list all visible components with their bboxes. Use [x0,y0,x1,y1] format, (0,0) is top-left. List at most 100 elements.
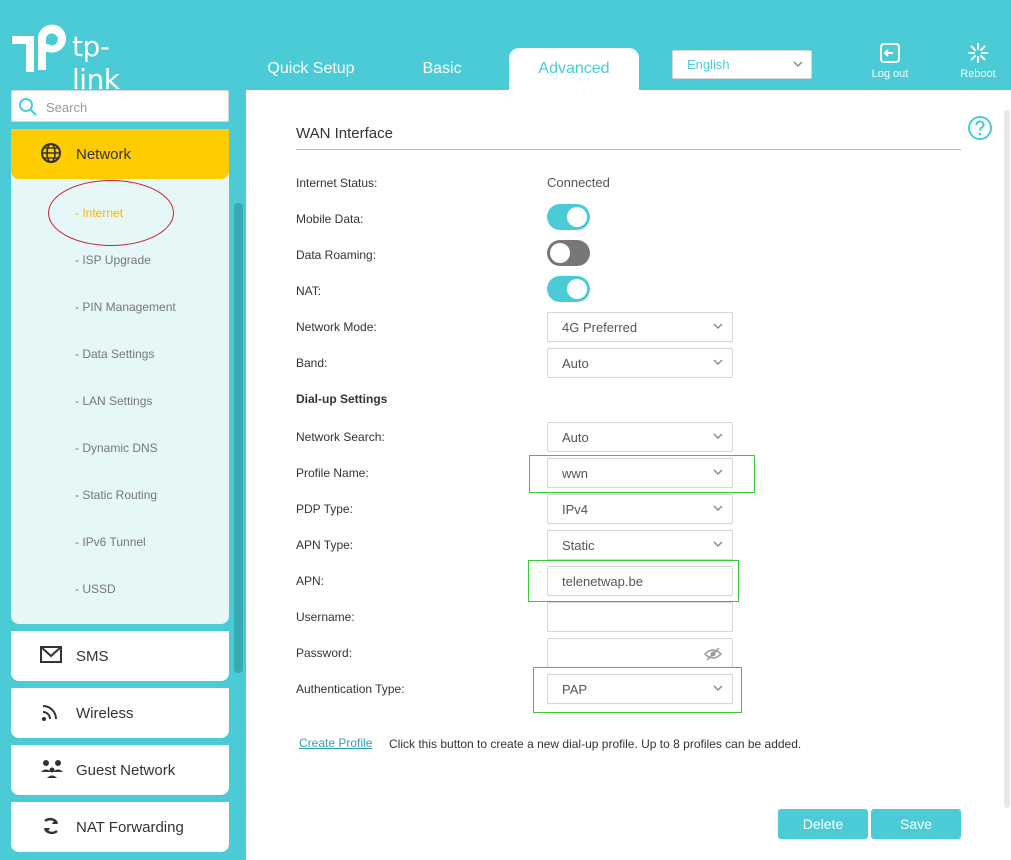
logout-label: Log out [871,68,909,80]
reboot-label: Reboot [960,68,996,80]
nat-icon [43,817,59,835]
save-button[interactable]: Save [871,809,961,839]
chevron-down-icon [713,469,723,475]
envelope-icon [40,646,62,663]
wifi-icon [42,705,57,721]
apn-value: telenetwap.be [562,573,643,589]
username-input[interactable] [547,602,733,632]
logo-text: tp-link [72,30,120,96]
sidebar-item-data-settings[interactable]: - Data Settings [75,347,154,361]
search-icon [19,98,37,116]
menu-sms[interactable]: SMS [11,631,229,681]
chevron-down-icon [713,323,723,329]
sidebar-item-ipv6-tunnel[interactable]: - IPv6 Tunnel [75,535,146,549]
guests-icon [41,760,63,778]
pdp-type-value: IPv4 [562,501,589,517]
title-divider [296,149,961,150]
chevron-down-icon [713,433,723,439]
menu-wireless-label: Wireless [76,705,134,722]
network-mode-value: 4G Preferred [562,319,638,335]
profile-name-select[interactable]: wwn [547,458,733,488]
tp-link-logo: tp-link [10,22,150,96]
menu-section-network: Network - Internet - ISP Upgrade - PIN M… [11,129,229,624]
menu-wireless[interactable]: Wireless [11,688,229,738]
sidebar-item-static-routing[interactable]: - Static Routing [75,488,157,502]
tab-advanced[interactable]: Advanced [509,48,639,90]
network-search-label: Network Search: [296,430,385,444]
network-search-value: Auto [562,429,589,445]
chevron-down-icon [713,685,723,691]
apn-input[interactable]: telenetwap.be [547,566,733,596]
chevron-down-icon [793,61,803,67]
sidebar-item-lan-settings[interactable]: - LAN Settings [75,394,152,408]
reboot-icon [968,43,988,63]
network-search-select[interactable]: Auto [547,422,733,452]
data-roaming-toggle[interactable] [547,240,590,266]
page-title: WAN Interface [296,125,393,142]
profile-name-value: wwn [562,465,589,481]
password-label: Password: [296,646,353,660]
pdp-type-label: PDP Type: [296,502,353,516]
mobile-data-toggle[interactable] [547,204,590,230]
band-select[interactable]: Auto [547,348,733,378]
menu-nat-forwarding[interactable]: NAT Forwarding [11,802,229,852]
language-value: English [687,57,730,72]
auth-type-label: Authentication Type: [296,682,405,696]
nat-toggle[interactable] [547,276,590,302]
band-value: Auto [562,355,589,371]
data-roaming-label: Data Roaming: [296,248,377,262]
eye-off-icon[interactable] [704,646,722,662]
create-profile-description: Click this button to create a new dial-u… [389,737,802,751]
sidebar-item-pin-management[interactable]: - PIN Management [75,300,176,314]
sidebar-scrollbar[interactable] [234,203,243,673]
logout-button[interactable]: Log out [862,42,918,80]
tp-link-logo-icon [12,24,66,72]
network-mode-select[interactable]: 4G Preferred [547,312,733,342]
tab-basic[interactable]: Basic [380,48,504,90]
chevron-down-icon [713,541,723,547]
search-input[interactable] [46,97,224,117]
network-mode-label: Network Mode: [296,320,377,334]
sidebar-item-ussd[interactable]: - USSD [75,582,116,596]
content-scrollbar[interactable] [1004,110,1010,808]
apn-type-value: Static [562,537,595,553]
reboot-button[interactable]: Reboot [950,42,1006,80]
sidebar-item-internet[interactable]: - Internet [75,206,123,220]
apn-label: APN: [296,574,325,588]
band-label: Band: [296,356,328,370]
help-icon[interactable] [967,115,993,141]
globe-icon [41,143,61,163]
toggle-knob [567,207,587,227]
language-select[interactable]: English [672,50,812,79]
menu-guest-network[interactable]: Guest Network [11,745,229,795]
apn-type-select[interactable]: Static [547,530,733,560]
logout-icon [880,43,900,63]
menu-sms-label: SMS [76,648,109,665]
username-label: Username: [296,610,355,624]
nat-label: NAT: [296,284,322,298]
profile-name-label: Profile Name: [296,466,369,480]
internet-status-label: Internet Status: [296,176,378,190]
toggle-knob [550,243,570,263]
search-box [11,90,229,122]
mobile-data-label: Mobile Data: [296,212,364,226]
menu-network-label: Network [76,145,132,163]
auth-type-value: PAP [562,681,588,697]
chevron-down-icon [713,359,723,365]
sidebar-item-dynamic-dns[interactable]: - Dynamic DNS [75,441,158,455]
delete-button[interactable]: Delete [778,809,868,839]
sidebar-item-isp-upgrade[interactable]: - ISP Upgrade [75,253,151,267]
internet-status-value: Connected [547,175,610,190]
chevron-down-icon [713,505,723,511]
toggle-knob [567,279,587,299]
password-input[interactable] [547,638,733,668]
auth-type-select[interactable]: PAP [547,674,733,704]
menu-network-header[interactable]: Network [11,129,229,179]
menu-guest-network-label: Guest Network [76,762,176,779]
dialup-settings-heading: Dial-up Settings [296,392,388,406]
create-profile-link[interactable]: Create Profile [299,736,372,750]
pdp-type-select[interactable]: IPv4 [547,494,733,524]
menu-nat-forwarding-label: NAT Forwarding [76,819,184,836]
apn-type-label: APN Type: [296,538,354,552]
tab-quick-setup[interactable]: Quick Setup [248,48,374,90]
